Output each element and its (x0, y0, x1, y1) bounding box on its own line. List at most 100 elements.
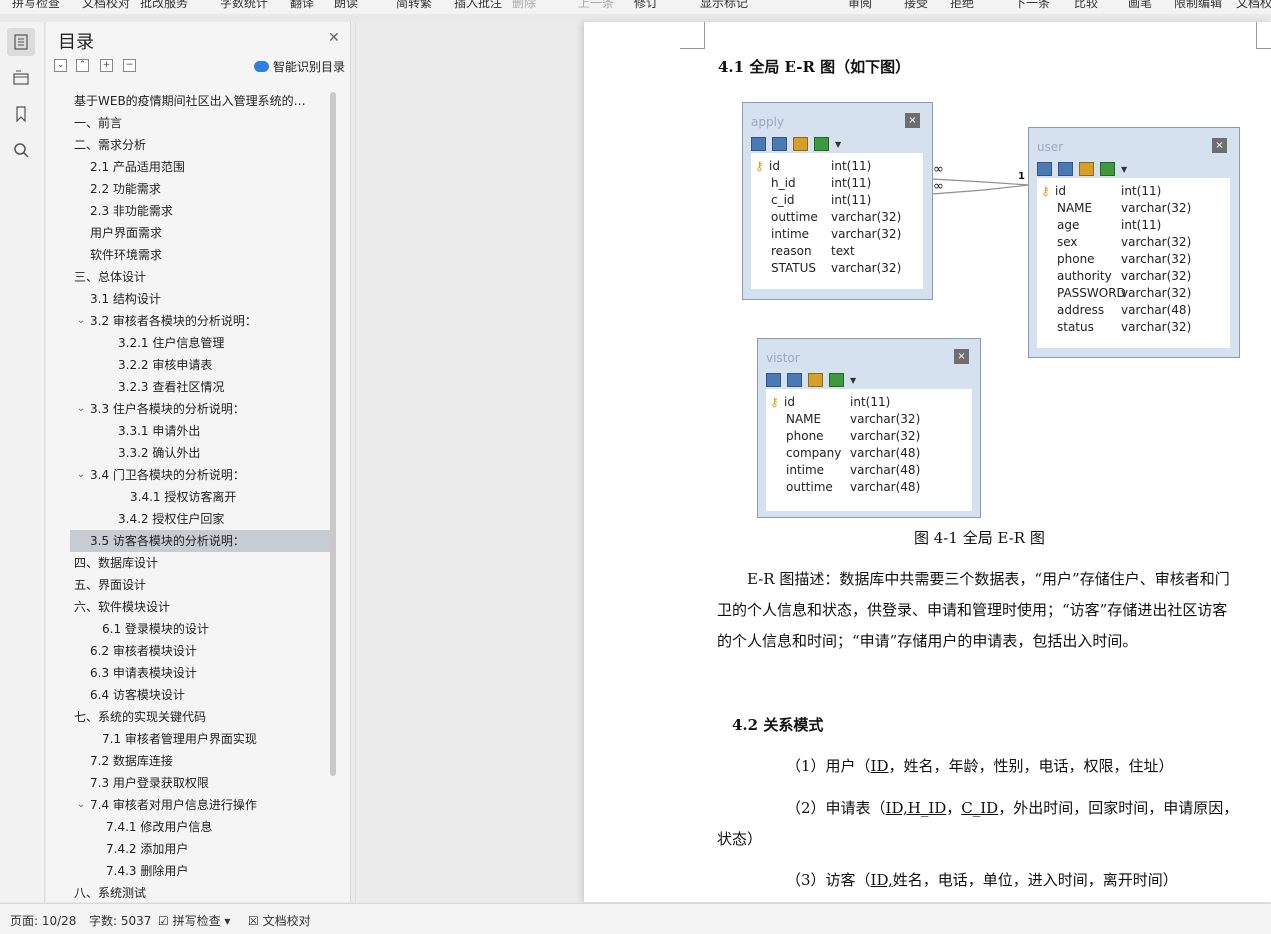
chevron-down-icon[interactable]: ⌄ (76, 794, 86, 816)
toc-list: 基于WEB的疫情期间社区出入管理系统的…一、前言⌄二、需求分析2.1 产品适用范… (70, 90, 332, 902)
toc-item[interactable]: 用户界面需求 (70, 222, 332, 244)
er-column-name: STATUS (771, 261, 817, 275)
toc-item[interactable]: 3.3.1 申请外出 (70, 420, 332, 442)
insert-comment-button[interactable]: 插入批注 (454, 0, 502, 11)
toc-item[interactable]: 五、界面设计 (70, 574, 332, 596)
toc-item[interactable]: ⌄六、软件模块设计 (70, 596, 332, 618)
chevron-down-icon[interactable]: ⌄ (76, 464, 86, 486)
search-icon[interactable] (7, 136, 35, 164)
translate-button[interactable]: 翻译 (290, 0, 314, 11)
reject-button[interactable]: 拒绝 (950, 0, 974, 11)
compare-button[interactable]: 比较 (1074, 0, 1098, 11)
er-column-type: varchar(32) (850, 412, 921, 426)
toc-item[interactable]: ⌄七、系统的实现关键代码 (70, 706, 332, 728)
toc-item[interactable]: 7.1 审核者管理用户界面实现 (70, 728, 332, 750)
toc-item[interactable]: 3.5 访客各模块的分析说明： (70, 530, 332, 552)
review-button[interactable]: 审阅 (848, 0, 872, 11)
toc-item[interactable]: 3.4.2 授权住户回家 (70, 508, 332, 530)
toc-scrollbar[interactable] (330, 92, 336, 776)
delete-comment-button[interactable]: 删除 (512, 0, 536, 11)
revise-service-button[interactable]: 批改服务 (140, 0, 188, 11)
table-icon (787, 373, 802, 387)
toc-item[interactable]: ⌄ 3.4 门卫各模块的分析说明： (70, 464, 332, 486)
nav-icon[interactable] (7, 64, 35, 92)
toc-item[interactable]: 6.2 审核者模块设计 (70, 640, 332, 662)
toc-item[interactable]: 7.3 用户登录获取权限 (70, 772, 332, 794)
accept-button[interactable]: 接受 (904, 0, 928, 11)
er-table-toolbar: ▼ (1037, 160, 1127, 178)
word-count-button[interactable]: 字数统计 (220, 0, 268, 11)
rel-text: （1）用户（ (786, 757, 871, 775)
doc-proof-button[interactable]: 文档校对 (82, 0, 130, 11)
toc-item[interactable]: 四、数据库设计 (70, 552, 332, 574)
collapse-all-icon[interactable]: ⌃ (76, 59, 89, 72)
toc-item[interactable]: 3.3.2 确认外出 (70, 442, 332, 464)
toc-item[interactable]: 7.4.1 修改用户信息 (70, 816, 332, 838)
toc-item-label: 3.3.2 确认外出 (118, 446, 201, 460)
spell-check-status[interactable]: ☑ 拼写检查 ▾ (158, 912, 230, 929)
toc-item[interactable]: 3.2.2 审核申请表 (70, 354, 332, 376)
toc-item[interactable]: 基于WEB的疫情期间社区出入管理系统的… (70, 90, 332, 112)
smart-toc-button[interactable]: 智能识别目录 (254, 58, 345, 75)
toc-item[interactable]: 6.1 登录模块的设计 (70, 618, 332, 640)
toc-item[interactable]: 软件环境需求 (70, 244, 332, 266)
toc-item[interactable]: ⌄ 3.3 住户各模块的分析说明： (70, 398, 332, 420)
er-desc-line-2: 卫的个人信息和状态，供登录、申请和管理时使用；“访客”存储进出社区访客 (717, 601, 1228, 619)
close-icon[interactable]: ✕ (328, 30, 340, 46)
track-changes-button[interactable]: 修订 (634, 0, 658, 11)
toc-item[interactable]: 2.3 非功能需求 (70, 200, 332, 222)
toc-item[interactable]: ⌄三、总体设计 (70, 266, 332, 288)
toc-item[interactable]: 7.2 数据库连接 (70, 750, 332, 772)
toc-icon[interactable] (7, 28, 35, 56)
remove-heading-icon[interactable]: − (123, 59, 136, 72)
toc-item[interactable]: 7.4.2 添加用户 (70, 838, 332, 860)
relation-many-2: ∞ (933, 179, 944, 194)
toc-item-label: 3.1 结构设计 (90, 292, 161, 306)
side-rail (0, 22, 45, 902)
toc-item[interactable]: ⌄ 3.2 审核者各模块的分析说明： (70, 310, 332, 332)
word-count[interactable]: 字数: 5037 (89, 912, 151, 929)
prev-comment-button[interactable]: 上一条 (578, 0, 614, 11)
er-column-name: sex (1057, 235, 1078, 249)
relation-many-1: ∞ (933, 162, 944, 177)
expand-all-icon[interactable]: ⌄ (54, 59, 67, 72)
toc-item-label: 7.4.3 删除用户 (106, 864, 189, 878)
er-column-type: varchar(48) (850, 446, 921, 460)
doc-permission-button[interactable]: 文档权 (1236, 0, 1271, 11)
toc-item[interactable]: 一、前言 (70, 112, 332, 134)
toc-item[interactable]: 2.2 功能需求 (70, 178, 332, 200)
toc-item-label: 7.4.1 修改用户信息 (106, 820, 213, 834)
er-table-title: apply (751, 115, 785, 129)
toc-item[interactable]: 6.4 访客模块设计 (70, 684, 332, 706)
toc-item[interactable]: 2.1 产品适用范围 (70, 156, 332, 178)
page-indicator[interactable]: 页面: 10/28 (10, 912, 76, 929)
next-change-button[interactable]: 下一条 (1014, 0, 1050, 11)
toc-item-label: 7.2 数据库连接 (90, 754, 173, 768)
toc-item[interactable]: ⌄二、需求分析 (70, 134, 332, 156)
simp-trad-button[interactable]: 简转繁 (396, 0, 432, 11)
toc-item[interactable]: ⌄ 7.4 审核者对用户信息进行操作 (70, 794, 332, 816)
toc-item-label: 八、系统测试 (74, 886, 147, 900)
toc-item-label: 二、需求分析 (74, 138, 147, 152)
toc-item[interactable]: 3.1 结构设计 (70, 288, 332, 310)
toc-item[interactable]: 7.4.3 删除用户 (70, 860, 332, 882)
chevron-down-icon[interactable]: ⌄ (76, 310, 86, 332)
toc-item[interactable]: 3.2.1 住户信息管理 (70, 332, 332, 354)
read-aloud-button[interactable]: 朗读 (334, 0, 358, 11)
add-heading-icon[interactable]: + (100, 59, 113, 72)
bookmark-icon[interactable] (7, 100, 35, 128)
doc-proof-status[interactable]: ☒ 文档校对 (248, 912, 311, 929)
pen-button[interactable]: 画笔 (1128, 0, 1152, 11)
er-column-name: phone (786, 429, 824, 443)
show-markup-button[interactable]: 显示标记 (700, 0, 748, 11)
spell-check-button[interactable]: 拼写检查 (12, 0, 60, 11)
document-page[interactable]: 4.1 全局 E-R 图（如下图） ∞ ∞ 1 apply × ▼ ⚷ id int… (584, 22, 1271, 902)
chevron-down-icon[interactable]: ⌄ (76, 398, 86, 420)
toc-item[interactable]: 3.2.3 查看社区情况 (70, 376, 332, 398)
toc-item[interactable]: ⌄八、系统测试 (70, 882, 332, 902)
restrict-edit-button[interactable]: 限制编辑 (1174, 0, 1222, 11)
toc-item[interactable]: 6.3 申请表模块设计 (70, 662, 332, 684)
toc-item[interactable]: 3.4.1 授权访客离开 (70, 486, 332, 508)
er-column-name: status (1057, 320, 1094, 334)
er-column-name: id (769, 159, 780, 173)
